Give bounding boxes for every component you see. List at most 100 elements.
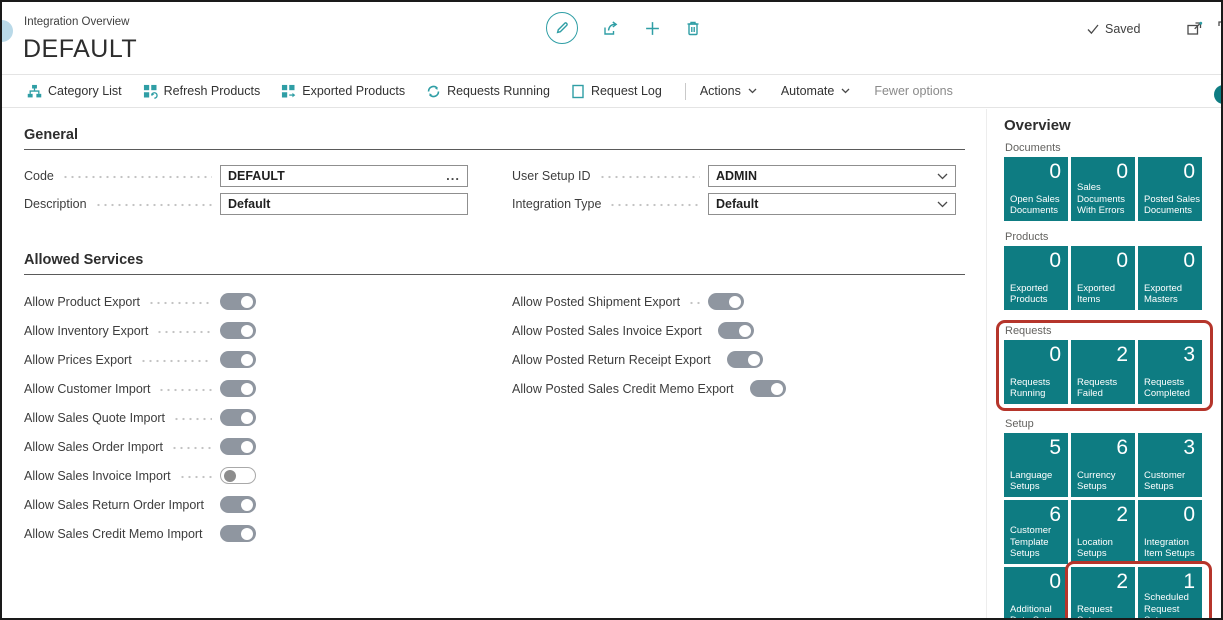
tile-scheduled-request-setups[interactable]: 1 Scheduled Request Setups <box>1138 567 1202 618</box>
tile-additional-data-setups[interactable]: 0 Additional Data Setups <box>1004 567 1068 618</box>
share-icon <box>602 19 620 37</box>
requests-tile-group: 0 Requests Running 2 Requests Failed 3 R… <box>1004 340 1202 404</box>
group-label-documents: Documents <box>1005 142 1221 154</box>
automate-menu[interactable]: Automate <box>781 84 851 98</box>
tile-customer-template-setups[interactable]: 6 Customer Template Setups <box>1004 500 1068 564</box>
tile-sales-documents-with-errors[interactable]: 0 Sales Documents With Errors <box>1071 157 1135 221</box>
toggle-knob <box>241 296 253 308</box>
tile-request-setups[interactable]: 2 Request Setups <box>1071 567 1135 618</box>
allow-posted-sales-credit-memo-export-toggle[interactable] <box>750 380 786 397</box>
tile-value: 0 <box>1183 249 1195 273</box>
fewer-options-button[interactable]: Fewer options <box>874 84 953 98</box>
allow-posted-sales-invoice-export-toggle[interactable] <box>718 322 754 339</box>
dotted-leader <box>179 475 212 479</box>
description-value: Default <box>228 197 460 211</box>
tile-label: Scheduled Request Setups <box>1144 592 1200 618</box>
toggle-knob <box>771 383 783 395</box>
tile-label: Requests Completed <box>1144 377 1200 399</box>
allow-prices-export-toggle[interactable] <box>220 351 256 368</box>
tile-posted-sales-documents[interactable]: 0 Posted Sales Documents <box>1138 157 1202 221</box>
back-partial-circle-button[interactable] <box>0 20 13 42</box>
toggle-knob <box>241 441 253 453</box>
breadcrumb[interactable]: Integration Overview <box>24 16 129 28</box>
chevron-down-icon[interactable] <box>937 173 948 180</box>
tile-value: 0 <box>1183 160 1195 184</box>
toggle-knob <box>241 354 253 366</box>
field-label: Allow Posted Sales Invoice Export <box>512 324 702 338</box>
tile-currency-setups[interactable]: 6 Currency Setups <box>1071 433 1135 497</box>
trash-icon <box>685 20 701 37</box>
allow-product-export-toggle[interactable] <box>220 293 256 310</box>
allowed-services-section-header[interactable]: Allowed Services <box>24 252 965 275</box>
field-label: Allow Customer Import <box>24 382 150 396</box>
open-in-new-window-button[interactable] <box>1186 21 1203 37</box>
user-setup-id-select[interactable]: ADMIN <box>708 165 956 187</box>
toggle-knob <box>241 499 253 511</box>
assist-edit-button[interactable]: ... <box>446 172 460 180</box>
tile-requests-failed[interactable]: 2 Requests Failed <box>1071 340 1135 404</box>
toolbar-item-request-log[interactable]: Request Log <box>571 84 662 99</box>
delete-button[interactable] <box>685 20 701 37</box>
setup-tile-group: 5 Language Setups 6 Currency Setups 3 Cu… <box>1004 433 1221 618</box>
toolbar-item-requests-running[interactable]: Requests Running <box>426 84 550 99</box>
documents-tile-group: 0 Open Sales Documents 0 Sales Documents… <box>1004 157 1221 221</box>
tile-requests-completed[interactable]: 3 Requests Completed <box>1138 340 1202 404</box>
tile-exported-items[interactable]: 0 Exported Items <box>1071 246 1135 310</box>
dotted-leader <box>148 301 212 305</box>
allow-sales-credit-memo-import-toggle[interactable] <box>220 525 256 542</box>
code-field-label: Code <box>24 169 54 183</box>
chevron-down-icon[interactable] <box>937 201 948 208</box>
toolbar-item-category-list[interactable]: Category List <box>27 84 122 99</box>
toggle-row: Allow Inventory Export <box>24 316 468 345</box>
integration-type-field-row: Integration Type Default <box>512 190 956 218</box>
actions-menu[interactable]: Actions <box>700 84 757 98</box>
new-button[interactable] <box>644 20 661 37</box>
tile-open-sales-documents[interactable]: 0 Open Sales Documents <box>1004 157 1068 221</box>
toolbar-item-label: Exported Products <box>302 84 405 98</box>
allow-sales-return-order-import-toggle[interactable] <box>220 496 256 513</box>
tile-integration-item-setups[interactable]: 0 Integration Item Setups <box>1138 500 1202 564</box>
integration-type-field-label: Integration Type <box>512 197 601 211</box>
tile-label: Exported Products <box>1010 283 1066 305</box>
toggle-row: Allow Prices Export <box>24 345 468 374</box>
allow-inventory-export-toggle[interactable] <box>220 322 256 339</box>
field-label: Allow Posted Return Receipt Export <box>512 353 711 367</box>
tile-requests-running[interactable]: 0 Requests Running <box>1004 340 1068 404</box>
tile-language-setups[interactable]: 5 Language Setups <box>1004 433 1068 497</box>
tile-exported-products[interactable]: 0 Exported Products <box>1004 246 1068 310</box>
user-setup-id-field-row: User Setup ID ADMIN <box>512 162 956 190</box>
field-label: Allow Posted Sales Credit Memo Export <box>512 382 734 396</box>
toggle-row: Allow Posted Sales Invoice Export <box>512 316 956 345</box>
description-input[interactable]: Default <box>220 193 468 215</box>
code-input[interactable]: DEFAULT ... <box>220 165 468 187</box>
toggle-row: Allow Posted Return Receipt Export <box>512 345 956 374</box>
tile-label: Request Setups <box>1077 604 1133 618</box>
header: Integration Overview DEFAULT <box>2 2 1221 74</box>
edit-button[interactable] <box>546 12 578 44</box>
tile-location-setups[interactable]: 2 Location Setups <box>1071 500 1135 564</box>
allow-sales-invoice-import-toggle[interactable] <box>220 467 256 484</box>
focus-mode-partial-icon[interactable] <box>1218 21 1223 35</box>
tile-value: 2 <box>1116 503 1128 527</box>
share-button[interactable] <box>602 19 620 37</box>
toolbar-item-refresh-products[interactable]: Refresh Products <box>143 84 261 99</box>
sitemap-icon <box>27 84 42 99</box>
tile-customer-setups[interactable]: 3 Customer Setups <box>1138 433 1202 497</box>
allow-posted-shipment-export-toggle[interactable] <box>708 293 744 310</box>
dotted-leader <box>688 301 700 305</box>
allow-customer-import-toggle[interactable] <box>220 380 256 397</box>
toggle-row: Allow Sales Return Order Import <box>24 490 468 519</box>
description-field-row: Description Default <box>24 190 468 218</box>
group-label-requests: Requests <box>1005 325 1202 337</box>
allow-posted-return-receipt-export-toggle[interactable] <box>727 351 763 368</box>
allow-sales-order-import-toggle[interactable] <box>220 438 256 455</box>
tile-exported-masters[interactable]: 0 Exported Masters <box>1138 246 1202 310</box>
integration-type-select[interactable]: Default <box>708 193 956 215</box>
toolbar-item-exported-products[interactable]: Exported Products <box>281 84 405 99</box>
popout-icon <box>1186 21 1203 37</box>
document-icon <box>571 84 585 99</box>
allow-sales-quote-import-toggle[interactable] <box>220 409 256 426</box>
toggle-row: Allow Posted Sales Credit Memo Export <box>512 374 956 403</box>
chevron-down-icon <box>748 88 757 94</box>
general-section-header[interactable]: General <box>24 127 965 150</box>
